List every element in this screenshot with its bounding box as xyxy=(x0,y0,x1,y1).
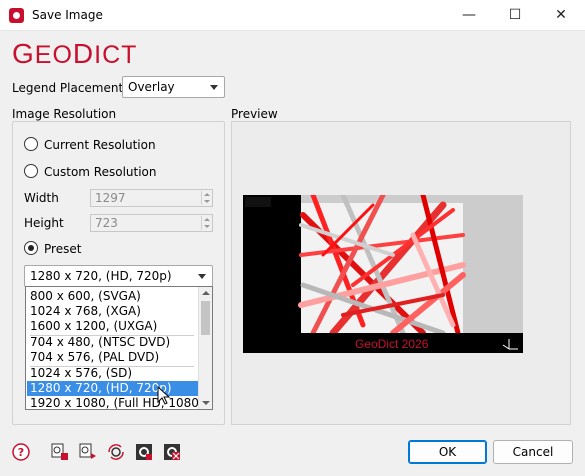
title-bar: Save Image — ☐ ✕ xyxy=(0,0,585,31)
preview-image: GeoDict 2026 xyxy=(243,195,523,353)
list-item[interactable]: 704 x 480, (NTSC DVD) xyxy=(27,335,199,350)
preset-radio[interactable] xyxy=(24,241,38,255)
current-resolution-radio[interactable] xyxy=(24,137,38,151)
height-label: Height xyxy=(24,216,64,230)
custom-resolution-radio[interactable] xyxy=(24,164,38,178)
preset-select[interactable]: 1280 x 720, (HD, 720p) xyxy=(24,265,213,287)
legend-placement-select[interactable]: Overlay xyxy=(122,76,225,98)
legend-placement-label: Legend Placement xyxy=(12,81,124,95)
list-item[interactable]: 1600 x 1200, (UXGA) xyxy=(27,319,199,334)
svg-text:?: ? xyxy=(18,446,24,459)
image-resolution-label: Image Resolution xyxy=(12,107,117,121)
custom-resolution-label[interactable]: Custom Resolution xyxy=(44,165,157,179)
app-icon xyxy=(9,8,24,23)
geodict-logo: GEODICT xyxy=(12,38,138,69)
list-item[interactable]: 1024 x 576, (SD) xyxy=(27,366,199,381)
maximize-button[interactable]: ☐ xyxy=(492,0,538,31)
close-button[interactable]: ✕ xyxy=(538,0,584,31)
preview-label: Preview xyxy=(231,107,278,121)
ok-button[interactable]: OK xyxy=(408,440,487,464)
list-item[interactable]: 1024 x 768, (XGA) xyxy=(27,304,199,319)
mouse-cursor-icon xyxy=(157,386,171,405)
save-settings-icon[interactable] xyxy=(51,443,69,461)
fiber-structure-image: GeoDict 2026 xyxy=(243,195,523,353)
width-label: Width xyxy=(24,191,59,205)
legend-placement-value: Overlay xyxy=(128,80,175,94)
width-spinbox[interactable]: 1297 xyxy=(90,189,213,207)
delete-settings-icon[interactable] xyxy=(163,443,181,461)
current-resolution-label[interactable]: Current Resolution xyxy=(44,138,156,152)
scroll-down-icon[interactable] xyxy=(202,401,210,405)
chevron-down-icon xyxy=(210,85,218,90)
minimize-button[interactable]: — xyxy=(446,0,492,31)
height-spinbox[interactable]: 723 xyxy=(90,214,213,232)
reset-settings-icon[interactable] xyxy=(107,443,125,461)
preset-value: 1280 x 720, (HD, 720p) xyxy=(30,269,172,283)
list-item[interactable]: 704 x 576, (PAL DVD) xyxy=(27,350,199,365)
list-item-selected[interactable]: 1280 x 720, (HD, 720p) xyxy=(27,381,199,396)
load-settings-icon[interactable] xyxy=(79,443,97,461)
preview-watermark: GeoDict 2026 xyxy=(355,337,429,351)
help-icon[interactable]: ? xyxy=(12,443,30,461)
gear-icon[interactable] xyxy=(135,443,153,461)
list-item[interactable]: 1920 x 1080, (Full HD, 1080p) xyxy=(27,396,199,411)
cancel-button[interactable]: Cancel xyxy=(493,440,573,464)
scroll-thumb[interactable] xyxy=(201,301,210,335)
spin-arrows-icon[interactable] xyxy=(201,216,211,230)
dropdown-scrollbar[interactable] xyxy=(198,287,212,409)
preset-label[interactable]: Preset xyxy=(44,242,81,256)
spin-arrows-icon[interactable] xyxy=(201,191,211,205)
scroll-up-icon[interactable] xyxy=(202,291,210,295)
width-value: 1297 xyxy=(95,191,126,205)
list-item[interactable]: 800 x 600, (SVGA) xyxy=(27,289,199,304)
window-title: Save Image xyxy=(32,8,103,22)
preset-dropdown-list[interactable]: 800 x 600, (SVGA) 1024 x 768, (XGA) 1600… xyxy=(25,286,213,410)
chevron-down-icon xyxy=(198,274,206,279)
preview-info-text xyxy=(245,197,271,207)
height-value: 723 xyxy=(95,216,118,230)
